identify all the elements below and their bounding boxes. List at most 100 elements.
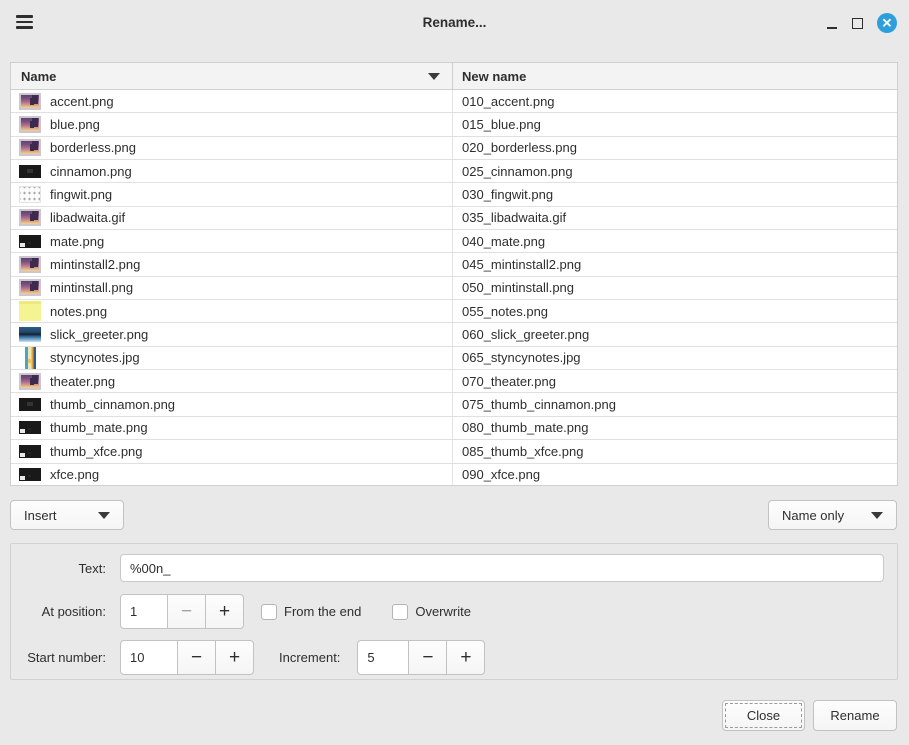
- file-name-cell: styncynotes.jpg: [11, 347, 453, 369]
- file-new-name-cell: 040_mate.png: [453, 230, 897, 252]
- ocean-thumbnail-icon: [19, 327, 41, 342]
- maximize-icon[interactable]: [852, 18, 863, 29]
- file-new-name-cell: 070_theater.png: [453, 370, 897, 392]
- window-title: Rename...: [0, 15, 909, 30]
- table-row[interactable]: thumb_cinnamon.png 075_thumb_cinnamon.pn…: [11, 393, 897, 416]
- file-new-name-cell: 085_thumb_xfce.png: [453, 440, 897, 462]
- file-name: thumb_cinnamon.png: [50, 397, 175, 412]
- table-row[interactable]: slick_greeter.png 060_slick_greeter.png: [11, 323, 897, 346]
- table-row[interactable]: mate.png 040_mate.png: [11, 230, 897, 253]
- rename-button[interactable]: Rename: [813, 700, 897, 731]
- increment-label: Increment:: [279, 650, 340, 665]
- file-name: cinnamon.png: [50, 164, 132, 179]
- file-name-cell: libadwaita.gif: [11, 207, 453, 229]
- file-new-name: 060_slick_greeter.png: [462, 327, 589, 342]
- file-name-cell: thumb_xfce.png: [11, 440, 453, 462]
- scope-select[interactable]: Name only: [768, 500, 897, 530]
- column-header-name[interactable]: Name: [11, 63, 453, 89]
- scope-value: Name only: [782, 508, 844, 523]
- start-number-input[interactable]: [120, 640, 178, 675]
- file-name: theater.png: [50, 374, 115, 389]
- file-name-cell: blue.png: [11, 113, 453, 135]
- file-name-cell: accent.png: [11, 90, 453, 112]
- start-number-increment-button[interactable]: +: [216, 640, 254, 675]
- dark-screenshot-corner-thumbnail-icon: [19, 421, 41, 434]
- column-header-new-name[interactable]: New name: [453, 63, 897, 89]
- text-label: Text:: [11, 561, 106, 576]
- sort-descending-icon[interactable]: [428, 73, 440, 80]
- file-new-name-cell: 065_styncynotes.jpg: [453, 347, 897, 369]
- file-new-name-cell: 025_cinnamon.png: [453, 160, 897, 182]
- increment-input[interactable]: [357, 640, 409, 675]
- file-name-cell: slick_greeter.png: [11, 323, 453, 345]
- file-new-name-cell: 020_borderless.png: [453, 137, 897, 159]
- dark-screenshot-corner-thumbnail-icon: [19, 468, 41, 481]
- start-number-label: Start number:: [11, 650, 106, 665]
- table-row[interactable]: mintinstall.png 050_mintinstall.png: [11, 277, 897, 300]
- start-number-decrement-button[interactable]: −: [178, 640, 216, 675]
- file-new-name: 015_blue.png: [462, 117, 541, 132]
- file-name: notes.png: [50, 304, 107, 319]
- file-new-name-cell: 045_mintinstall2.png: [453, 253, 897, 275]
- close-button[interactable]: Close: [722, 700, 805, 731]
- file-name-cell: borderless.png: [11, 137, 453, 159]
- at-position-label: At position:: [11, 604, 106, 619]
- start-number-spinbox: − +: [120, 640, 254, 675]
- table-row[interactable]: xfce.png 090_xfce.png: [11, 464, 897, 487]
- file-name-cell: thumb_cinnamon.png: [11, 393, 453, 415]
- table-row[interactable]: accent.png 010_accent.png: [11, 90, 897, 113]
- file-new-name: 020_borderless.png: [462, 140, 577, 155]
- file-new-name-cell: 075_thumb_cinnamon.png: [453, 393, 897, 415]
- increment-spinbox: − +: [357, 640, 485, 675]
- table-row[interactable]: theater.png 070_theater.png: [11, 370, 897, 393]
- window-controls: ✕: [827, 10, 897, 36]
- table-row[interactable]: thumb_xfce.png 085_thumb_xfce.png: [11, 440, 897, 463]
- increment-increment-button[interactable]: +: [447, 640, 485, 675]
- file-name-cell: fingwit.png: [11, 183, 453, 205]
- table-row[interactable]: notes.png 055_notes.png: [11, 300, 897, 323]
- chevron-down-icon: [871, 512, 883, 519]
- dark-screenshot-corner-thumbnail-icon: [19, 445, 41, 458]
- close-window-icon[interactable]: ✕: [877, 13, 897, 33]
- file-new-name: 080_thumb_mate.png: [462, 420, 588, 435]
- file-name-cell: thumb_mate.png: [11, 417, 453, 439]
- table-row[interactable]: mintinstall2.png 045_mintinstall2.png: [11, 253, 897, 276]
- from-the-end-checkbox[interactable]: From the end: [261, 604, 361, 620]
- increment-decrement-button[interactable]: −: [409, 640, 447, 675]
- dark-screenshot-corner-thumbnail-icon: [19, 235, 41, 248]
- file-new-name-cell: 060_slick_greeter.png: [453, 323, 897, 345]
- file-name: libadwaita.gif: [50, 210, 125, 225]
- file-name-cell: xfce.png: [11, 464, 453, 486]
- file-new-name: 055_notes.png: [462, 304, 548, 319]
- sunset-thumbnail-icon: [19, 279, 41, 296]
- position-decrement-button[interactable]: −: [168, 594, 206, 629]
- table-row[interactable]: thumb_mate.png 080_thumb_mate.png: [11, 417, 897, 440]
- text-input[interactable]: [120, 554, 884, 582]
- file-name: slick_greeter.png: [50, 327, 148, 342]
- file-new-name-cell: 055_notes.png: [453, 300, 897, 322]
- file-new-name-cell: 030_fingwit.png: [453, 183, 897, 205]
- file-new-name-cell: 090_xfce.png: [453, 464, 897, 486]
- table-row[interactable]: borderless.png 020_borderless.png: [11, 137, 897, 160]
- insert-dropdown-button[interactable]: Insert: [10, 500, 124, 530]
- file-new-name: 035_libadwaita.gif: [462, 210, 566, 225]
- position-input[interactable]: [120, 594, 168, 629]
- file-name: mintinstall2.png: [50, 257, 140, 272]
- file-new-name: 010_accent.png: [462, 94, 555, 109]
- table-row[interactable]: libadwaita.gif 035_libadwaita.gif: [11, 207, 897, 230]
- table-row[interactable]: cinnamon.png 025_cinnamon.png: [11, 160, 897, 183]
- file-name-cell: mintinstall.png: [11, 277, 453, 299]
- dots-light-thumbnail-icon: [19, 186, 41, 203]
- minimize-icon[interactable]: [827, 16, 838, 30]
- position-increment-button[interactable]: +: [206, 594, 244, 629]
- column-new-name-label: New name: [462, 69, 526, 84]
- overwrite-checkbox[interactable]: Overwrite: [392, 604, 471, 620]
- table-row[interactable]: fingwit.png 030_fingwit.png: [11, 183, 897, 206]
- table-row[interactable]: blue.png 015_blue.png: [11, 113, 897, 136]
- file-new-name-cell: 010_accent.png: [453, 90, 897, 112]
- file-name-cell: mate.png: [11, 230, 453, 252]
- table-row[interactable]: styncynotes.jpg 065_styncynotes.jpg: [11, 347, 897, 370]
- chevron-down-icon: [98, 512, 110, 519]
- rename-button-label: Rename: [830, 708, 879, 723]
- column-name-label: Name: [21, 69, 56, 84]
